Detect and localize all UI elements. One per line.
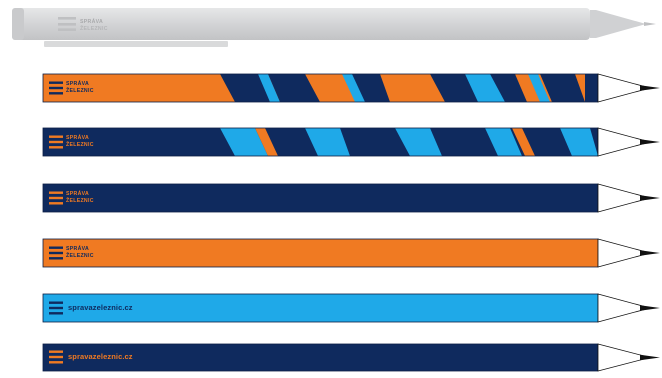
pen-logo-icon [58, 17, 76, 31]
pencil-orange: SPRÁVA ŽELEZNIC [0, 238, 662, 268]
pencil-logo-icon [49, 191, 63, 205]
pencil-brand-line2: ŽELEZNIC [66, 142, 94, 148]
product-mockup-canvas: SPRÁVA ŽELEZNIC SPRÁVA ŽELEZNIC SPRÁVA Ž… [0, 0, 662, 373]
pen-brand-line1: SPRÁVA [80, 19, 104, 25]
pencil-brand-line1: SPRÁVA [66, 81, 90, 87]
pencil-brand-line1: SPRÁVA [66, 135, 90, 141]
pencil-logo-icon [49, 301, 63, 315]
pen-cone [590, 10, 646, 38]
pencil-stripes-navy: SPRÁVA ŽELEZNIC [0, 127, 662, 157]
pencil-brand-line1: SPRÁVA [66, 191, 90, 197]
pencil-brand-line2: ŽELEZNIC [66, 88, 94, 94]
pencil-cyan: spravazeleznic.cz [0, 293, 662, 323]
pencil-navy: SPRÁVA ŽELEZNIC [0, 183, 662, 213]
pencil-body-graphic [42, 183, 660, 213]
pen-tip [644, 22, 656, 26]
pencil-stripes-orange: SPRÁVA ŽELEZNIC [0, 73, 662, 103]
pen-end-cap [12, 8, 24, 40]
silver-pen: SPRÁVA ŽELEZNIC [0, 4, 662, 50]
pencil-url-text: spravazeleznic.cz [68, 352, 133, 361]
pencil-brand-line1: SPRÁVA [66, 246, 90, 252]
pencil-logo-icon [49, 81, 63, 95]
pencil-body-graphic [42, 127, 660, 157]
pencil-body-graphic [42, 238, 660, 268]
pen-brand-line2: ŽELEZNIC [80, 26, 108, 32]
pencil-logo-icon [49, 350, 63, 364]
pencil-navy-url: spravazeleznic.cz [0, 343, 662, 373]
pencil-body-graphic [42, 73, 660, 103]
pencil-logo-icon [49, 246, 63, 260]
pencil-url-text: spravazeleznic.cz [68, 303, 133, 312]
pen-clip [44, 41, 228, 47]
pencil-brand-line2: ŽELEZNIC [66, 253, 94, 259]
pencil-logo-icon [49, 135, 63, 149]
pencil-brand-line2: ŽELEZNIC [66, 198, 94, 204]
